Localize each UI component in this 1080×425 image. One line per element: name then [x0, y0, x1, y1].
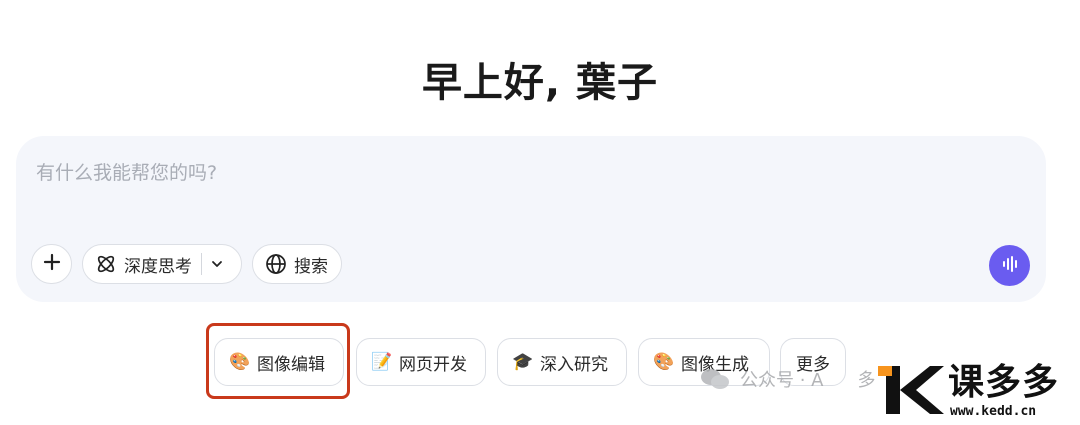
suggestion-deep-research[interactable]: 🎓 深入研究: [497, 338, 627, 386]
add-attachment-button[interactable]: [31, 244, 72, 284]
atom-icon: [95, 253, 117, 275]
divider: [201, 253, 202, 275]
chat-input[interactable]: [36, 158, 936, 188]
wechat-icon: [700, 367, 730, 391]
graduation-cap-icon: 🎓: [512, 352, 534, 372]
logo-name: 课多多: [948, 362, 1060, 403]
voice-wave-icon: [1000, 254, 1020, 278]
watermark: 公众号 · A 多: [700, 366, 875, 392]
watermark-text: 公众号 · A: [740, 370, 824, 391]
deep-think-label: 深度思考: [124, 256, 192, 277]
site-logo: 课多多 www.kedd.cn: [878, 362, 1078, 422]
palette-icon: 🎨: [653, 352, 675, 372]
logo-mark-icon: [878, 362, 944, 418]
search-label: 搜索: [294, 256, 328, 277]
deep-think-toggle[interactable]: 深度思考: [82, 244, 242, 284]
suggestion-label: 网页开发: [399, 354, 467, 375]
highlight-annotation: [206, 323, 350, 399]
watermark-tail: 多: [857, 370, 876, 391]
voice-input-button[interactable]: [989, 245, 1030, 286]
chevron-down-icon[interactable]: [208, 255, 226, 273]
search-toggle[interactable]: 搜索: [252, 244, 342, 284]
greeting-title: 早上好, 葉子: [421, 60, 659, 106]
memo-icon: 📝: [371, 352, 393, 372]
logo-url: www.kedd.cn: [950, 404, 1037, 419]
globe-icon: [265, 253, 287, 275]
plus-icon: [42, 252, 62, 277]
suggestion-label: 深入研究: [540, 354, 608, 375]
suggestion-web-dev[interactable]: 📝 网页开发: [356, 338, 486, 386]
chat-composer: 深度思考 搜索: [16, 136, 1046, 302]
